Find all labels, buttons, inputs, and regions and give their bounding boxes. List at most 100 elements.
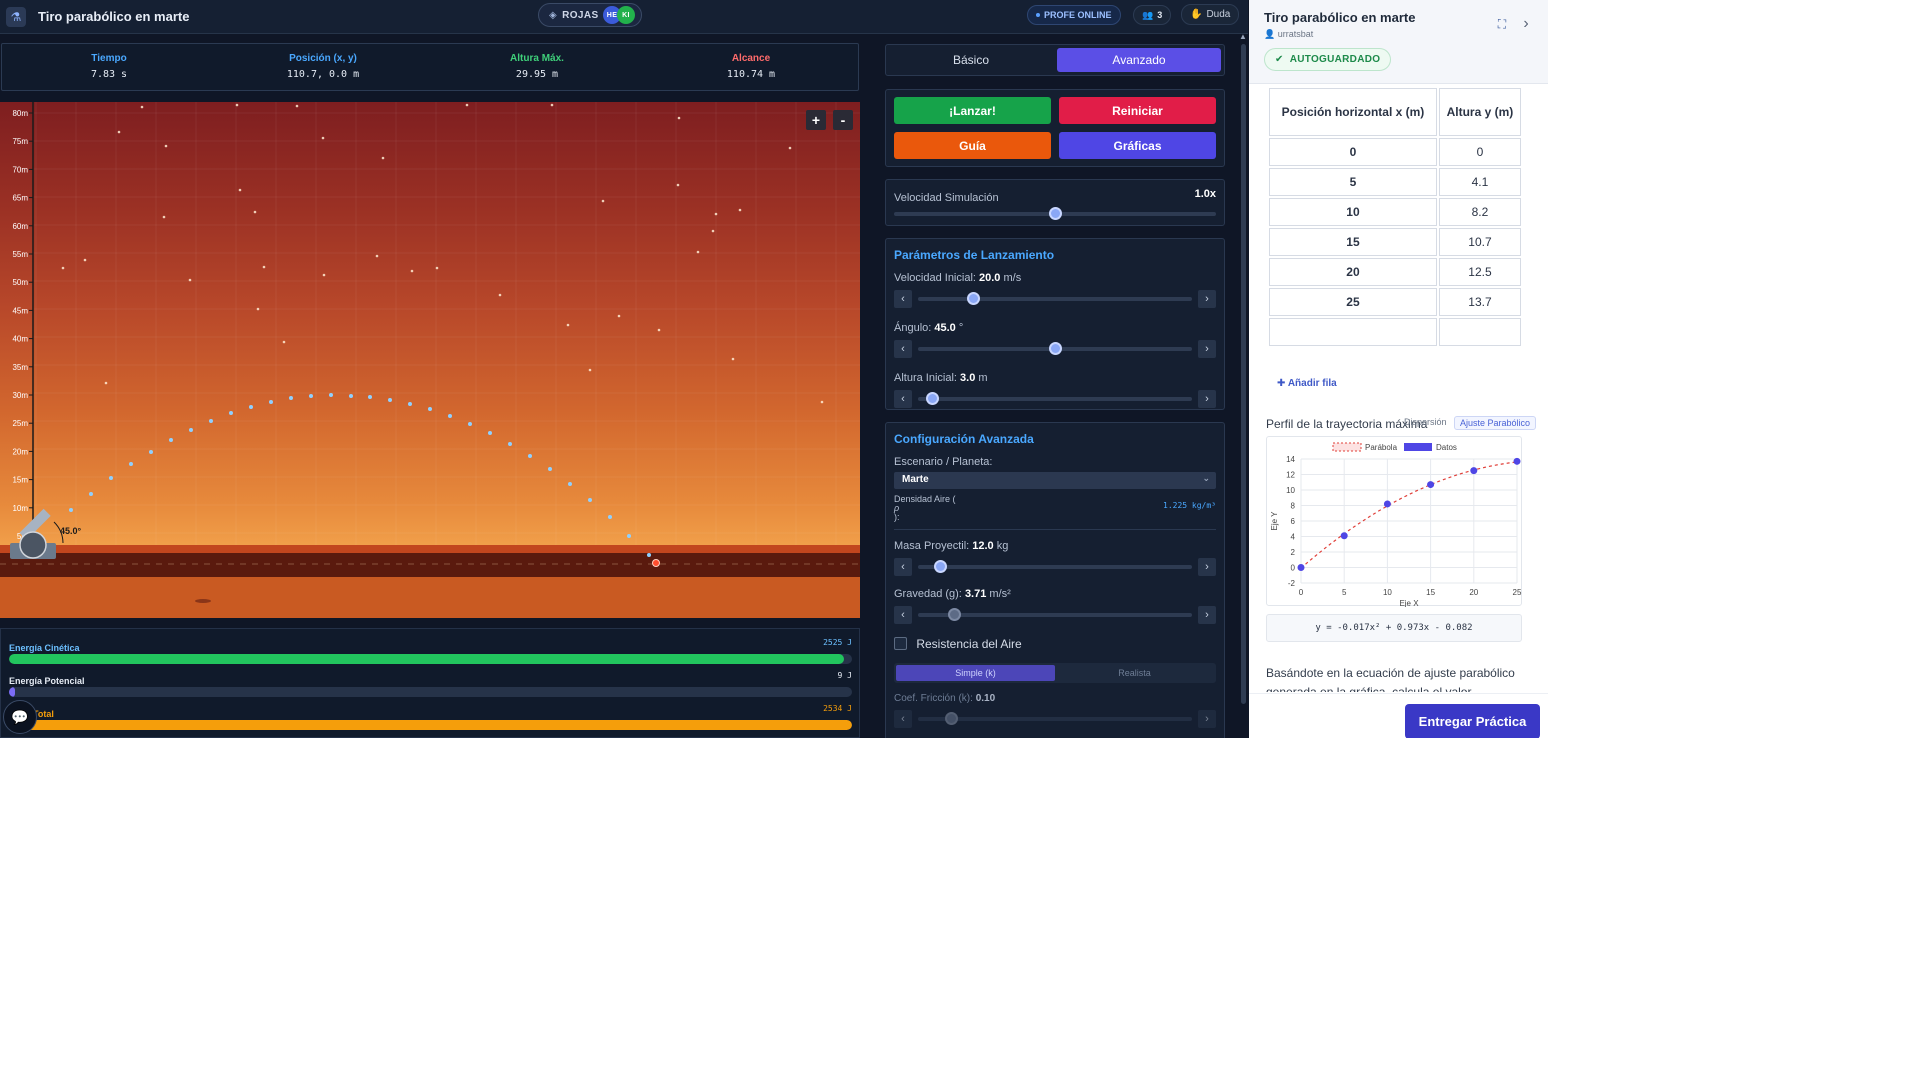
advanced-config: Configuración Avanzada Escenario / Plane…: [885, 422, 1225, 752]
star: [162, 215, 166, 219]
friction-slider[interactable]: [918, 711, 1192, 725]
speed-slider[interactable]: [894, 207, 1216, 220]
y-tick-label: 75m: [12, 137, 28, 146]
chevron-left-icon[interactable]: ‹: [894, 709, 912, 728]
add-row-button[interactable]: ✚ Añadir fila: [1277, 378, 1337, 389]
chat-icon[interactable]: 💬: [3, 700, 37, 734]
tab-parabolic-fit[interactable]: Ajuste Parabólico: [1454, 416, 1537, 430]
charts-button[interactable]: Gráficas: [1059, 132, 1216, 159]
table-cell[interactable]: 20: [1269, 258, 1437, 286]
slider-thumb[interactable]: [944, 711, 958, 725]
tab-advanced[interactable]: Avanzado: [1057, 48, 1221, 72]
slider-thumb[interactable]: [1049, 342, 1062, 355]
table-cell[interactable]: 8.2: [1438, 198, 1521, 226]
chevron-right-icon[interactable]: ›: [1198, 558, 1216, 576]
scroll-up-icon[interactable]: ▲: [1239, 32, 1247, 41]
table-row: 25 13.7: [1269, 288, 1521, 316]
velocity-stepper: ‹ ›: [894, 290, 1216, 308]
drawer-user: 👤 urratsbat: [1264, 29, 1314, 39]
expand-icon[interactable]: ⛶: [1489, 11, 1515, 37]
app-title: Tiro parabólico en marte: [38, 9, 190, 24]
air-resistance-row[interactable]: Resistencia del Aire: [894, 636, 1216, 651]
table-cell[interactable]: 4.1: [1438, 168, 1521, 196]
zoom-out-button[interactable]: -: [833, 110, 853, 130]
velocity-slider[interactable]: [918, 292, 1192, 305]
panel-scrollbar-thumb[interactable]: [1241, 44, 1246, 704]
slider-thumb[interactable]: [966, 292, 980, 305]
stat-value: 7.83 s: [90, 69, 128, 80]
table-cell[interactable]: 13.7: [1438, 288, 1521, 316]
energy-value: 2534 J: [823, 704, 852, 713]
star: [550, 103, 554, 107]
angle-slider[interactable]: [918, 342, 1192, 355]
ground-dark: [0, 553, 860, 577]
chevron-left-icon[interactable]: ‹: [894, 340, 912, 358]
slider-thumb[interactable]: [933, 560, 947, 573]
team-pill[interactable]: ◈ ROJAS HE KI: [538, 3, 642, 27]
star: [435, 266, 439, 270]
trajectory-point: [508, 442, 512, 446]
slider-thumb[interactable]: [947, 608, 961, 621]
submit-button[interactable]: Entregar Práctica: [1405, 704, 1540, 739]
table-cell[interactable]: [1269, 318, 1437, 346]
mode-simple[interactable]: Simple (k): [896, 664, 1055, 681]
doubt-button[interactable]: ✋ Duda: [1181, 4, 1240, 25]
mass-label: Masa Proyectil: 12.0 kg: [894, 540, 1009, 552]
table-cell[interactable]: 10: [1269, 198, 1437, 226]
mass-stepper: ‹ ›: [894, 558, 1216, 576]
x-tick-label: 15: [1426, 588, 1435, 597]
chevron-right-icon[interactable]: ›: [1513, 11, 1539, 37]
chevron-left-icon[interactable]: ‹: [894, 290, 912, 308]
top-bar: ⚗ Tiro parabólico en marte ◈ ROJAS HE KI…: [0, 0, 1248, 34]
avatar[interactable]: KI: [617, 6, 635, 24]
scenario-label: Escenario / Planeta:: [894, 456, 993, 468]
tab-basic[interactable]: Básico: [889, 48, 1053, 72]
table-cell[interactable]: [1438, 318, 1521, 346]
table-cell[interactable]: 15: [1269, 228, 1437, 256]
star: [83, 258, 87, 262]
star: [711, 229, 715, 233]
energy-bar-fill: [9, 654, 844, 664]
table-row: 10 8.2: [1269, 198, 1521, 226]
team-name: ROJAS: [562, 9, 599, 21]
trajectory-point: [368, 395, 372, 399]
chevron-right-icon[interactable]: ›: [1198, 340, 1216, 358]
chevron-left-icon[interactable]: ‹: [894, 606, 912, 624]
scenario-select[interactable]: Marte ⌄: [894, 472, 1216, 489]
height-slider[interactable]: [918, 392, 1192, 405]
table-cell[interactable]: 0: [1269, 138, 1437, 166]
x-tick-label: 10: [1383, 588, 1392, 597]
gravity-slider[interactable]: [918, 608, 1192, 621]
slider-thumb[interactable]: [925, 392, 939, 405]
air-resistance-checkbox[interactable]: [894, 637, 907, 651]
users-count-button[interactable]: 👥 3: [1133, 5, 1172, 25]
y-tick-label: 20m: [12, 447, 28, 456]
chevron-right-icon[interactable]: ›: [1198, 390, 1216, 408]
launch-button[interactable]: ¡Lanzar!: [894, 97, 1051, 124]
trajectory-point: [329, 393, 333, 397]
reset-button[interactable]: Reiniciar: [1059, 97, 1216, 124]
chevron-left-icon[interactable]: ‹: [894, 390, 912, 408]
mode-realistic[interactable]: Realista: [1055, 665, 1214, 681]
air-density-value: 1.225 kg/m³: [1163, 501, 1216, 510]
table-cell[interactable]: 5: [1269, 168, 1437, 196]
slider-thumb[interactable]: [1049, 207, 1062, 220]
zoom-in-button[interactable]: +: [806, 110, 826, 130]
table-cell[interactable]: 25: [1269, 288, 1437, 316]
tab-dispersion[interactable]: Dispersión: [1399, 416, 1452, 428]
chevron-right-icon[interactable]: ›: [1198, 606, 1216, 624]
star: [677, 116, 681, 120]
table-cell[interactable]: 0: [1438, 138, 1521, 166]
angle-label: Ángulo: 45.0 °: [894, 322, 964, 334]
chevron-right-icon[interactable]: ›: [1198, 290, 1216, 308]
friction-stepper: ‹ ›: [894, 709, 1216, 728]
simulation-canvas[interactable]: 80m 75m 70m 65m 60m 55m 50m 45m 40m 35m 30m 25m 20m 1…: [0, 102, 860, 618]
chevron-right-icon[interactable]: ›: [1198, 709, 1216, 728]
guide-button[interactable]: Guía: [894, 132, 1051, 159]
star: [104, 381, 108, 385]
chevron-left-icon[interactable]: ‹: [894, 558, 912, 576]
table-cell[interactable]: 12.5: [1438, 258, 1521, 286]
mass-slider[interactable]: [918, 560, 1192, 573]
divider: [894, 529, 1216, 530]
table-cell[interactable]: 10.7: [1438, 228, 1521, 256]
